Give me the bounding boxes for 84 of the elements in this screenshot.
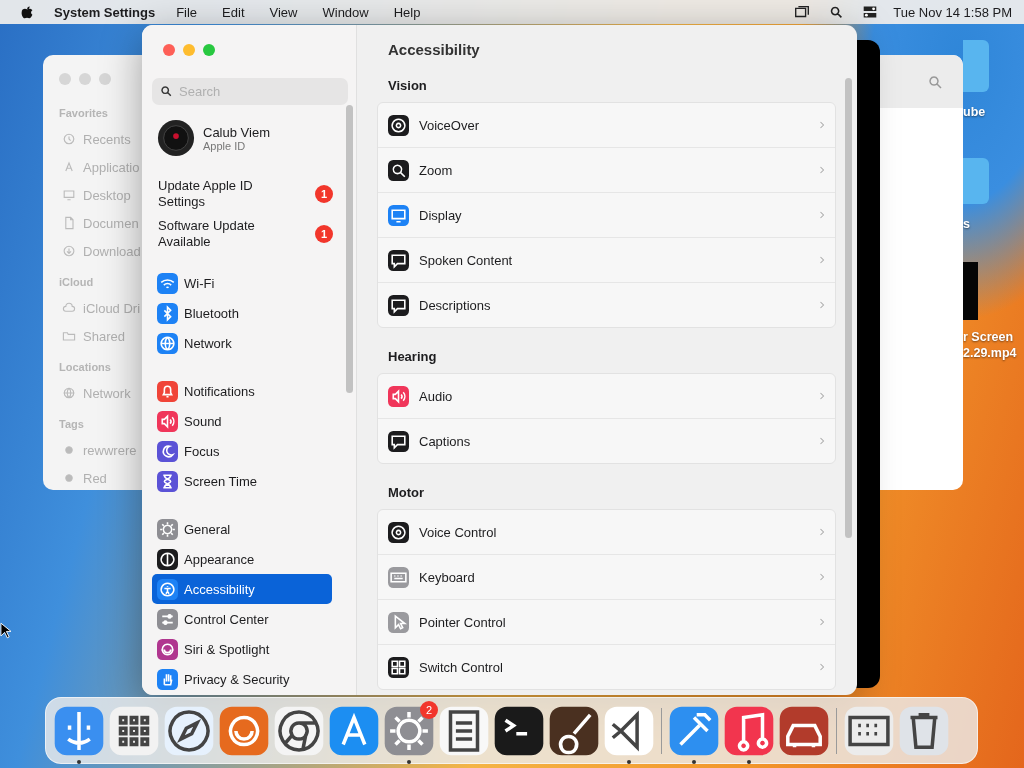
row-label: Switch Control	[419, 659, 504, 675]
sidebar-heading: iCloud	[59, 276, 94, 288]
desktop-item-label: 2.29.mp4	[963, 345, 1017, 361]
settings-row[interactable]: Audio	[378, 374, 835, 418]
row-label: Descriptions	[419, 297, 492, 313]
row-label: Zoom	[419, 162, 454, 178]
sidebar-heading: Tags	[59, 418, 84, 430]
window-title: Accessibility	[388, 41, 481, 58]
sidebar-item[interactable]: Control Center	[152, 604, 332, 634]
row-label: Pointer Control	[419, 614, 507, 630]
row-label: Display	[419, 207, 463, 223]
pointer-cursor-icon	[0, 622, 11, 639]
globe-icon	[61, 385, 77, 401]
desktop-item-label: s	[963, 216, 970, 232]
menu-item[interactable]: Edit	[222, 4, 245, 20]
settings-row[interactable]: Keyboard	[378, 554, 835, 599]
row-label: Voice Control	[419, 524, 498, 540]
settings-row[interactable]: Captions	[378, 418, 835, 463]
settings-row[interactable]: Zoom	[378, 147, 835, 192]
monitor-icon	[61, 187, 77, 203]
chevron-icon	[819, 210, 825, 220]
sidebar-heading: Favorites	[59, 107, 108, 119]
settings-row[interactable]: Pointer Control	[378, 599, 835, 644]
scrollbar[interactable]	[346, 105, 353, 393]
desktop-item-label: ube	[963, 104, 986, 120]
avatar-icon[interactable]	[157, 119, 195, 157]
sidebar-item[interactable]: Siri & Spotlight	[152, 634, 332, 664]
close-icon[interactable]	[163, 44, 175, 56]
row-label: VoiceOver	[419, 117, 480, 133]
settings-row[interactable]: VoiceOver	[378, 103, 835, 147]
section-heading: Hearing	[387, 349, 437, 364]
chevron-icon	[819, 617, 825, 627]
chevron-icon	[819, 572, 825, 582]
zoom-icon[interactable]	[203, 44, 215, 56]
download-icon	[61, 243, 77, 259]
notification-badge: 2	[420, 700, 438, 719]
settings-row[interactable]: Voice Control	[378, 510, 835, 554]
settings-row[interactable]: Switch Control	[378, 644, 835, 689]
sidebar-item[interactable]: Privacy & Security	[152, 664, 332, 694]
sidebar-item[interactable]: Screen Time	[152, 466, 332, 496]
row-label: Captions	[419, 433, 472, 449]
sidebar-item[interactable]: Wi-Fi	[152, 268, 332, 298]
row-label: Audio	[419, 388, 454, 404]
sidebar-item[interactable]: Appearance	[152, 544, 332, 574]
menu-item[interactable]: File	[176, 4, 198, 20]
menu-item[interactable]: Help	[393, 4, 421, 20]
app-menu[interactable]: System Settings	[54, 4, 156, 20]
chevron-icon	[819, 120, 825, 130]
section-heading: Motor	[387, 485, 425, 500]
menu-item[interactable]: View	[269, 4, 298, 20]
notice-item[interactable]: Update Apple ID Settings	[158, 178, 278, 210]
row-label: Keyboard	[419, 569, 476, 585]
notice-item[interactable]: Software Update Available	[158, 218, 278, 250]
sidebar-item[interactable]: Network	[152, 328, 332, 358]
sidebar-item[interactable]: Notifications	[152, 376, 332, 406]
sidebar-item[interactable]: General	[152, 514, 332, 544]
sidebar-item[interactable]: Accessibility	[152, 574, 332, 604]
row-label: Spoken Content	[419, 252, 514, 268]
video-thumbnail[interactable]	[963, 262, 978, 320]
chevron-icon	[819, 165, 825, 175]
menu-bar-clock[interactable]: Tue Nov 14 1:58 PM	[893, 4, 1012, 20]
chevron-icon	[819, 391, 825, 401]
settings-row[interactable]: Descriptions	[378, 282, 835, 327]
settings-row[interactable]: Spoken Content	[378, 237, 835, 282]
chevron-icon	[819, 255, 825, 265]
desktop-item-label: r Screen	[963, 329, 1014, 345]
account-subtitle: Apple ID	[203, 139, 246, 152]
sidebar-item[interactable]: Bluetooth	[152, 298, 332, 328]
clock-icon	[61, 131, 77, 147]
search-icon	[158, 83, 174, 99]
sidebar-item[interactable]: Sound	[152, 406, 332, 436]
sidebar-item[interactable]: Focus	[152, 436, 332, 466]
chevron-icon	[819, 436, 825, 446]
menu-item[interactable]: Window	[322, 4, 369, 20]
sidebar-heading: Locations	[59, 361, 111, 373]
chevron-icon	[819, 527, 825, 537]
chevron-icon	[819, 662, 825, 672]
section-heading: Vision	[387, 78, 427, 93]
account-name[interactable]: Calub Viem	[203, 124, 270, 140]
scrollbar[interactable]	[845, 78, 852, 538]
notification-badge: 1	[315, 225, 333, 243]
chevron-icon	[819, 300, 825, 310]
notification-badge: 1	[315, 185, 333, 203]
settings-row[interactable]: Display	[378, 192, 835, 237]
